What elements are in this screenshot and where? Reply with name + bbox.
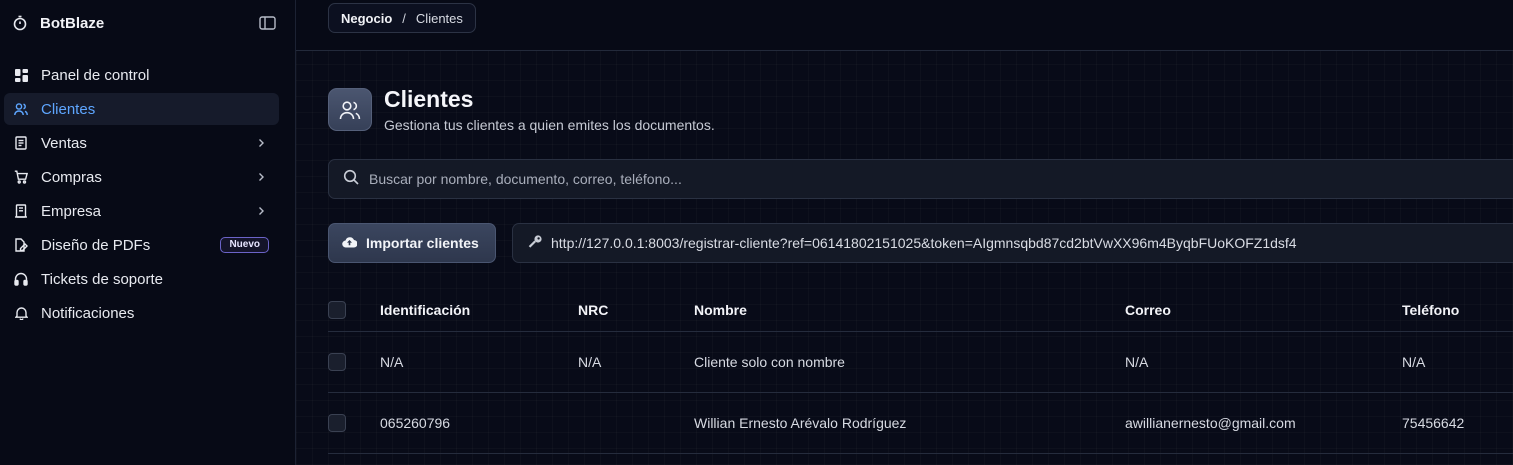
sidebar-item-tickets-de-soporte[interactable]: Tickets de soporte [4, 263, 279, 295]
select-all-checkbox[interactable] [328, 301, 346, 319]
users-icon [328, 88, 372, 131]
sidebar-toggle-icon[interactable] [258, 14, 276, 32]
breadcrumb-separator: / [402, 10, 406, 26]
cell-identificacion: N/A [380, 354, 404, 370]
sidebar-item-label: Ventas [41, 134, 87, 152]
cell-telefono: 75456642 [1402, 415, 1465, 431]
cell-identificacion: 065260796 [380, 415, 451, 431]
clients-table: Identificación NRC Nombre Correo Teléfon… [328, 289, 1513, 454]
main-content: Negocio / Clientes Clientes Gestiona tus… [296, 0, 1513, 465]
sidebar-item-label: Clientes [41, 100, 96, 118]
column-header-identificacion[interactable]: Identificación [380, 289, 470, 331]
search-bar[interactable] [328, 159, 1513, 199]
chevron-right-icon [255, 171, 267, 183]
table-row[interactable]: 065260796 Willian Ernesto Arévalo Rodríg… [328, 393, 1513, 454]
sidebar-item-ventas[interactable]: Ventas [4, 127, 279, 159]
breadcrumb-parent-link[interactable]: Negocio [341, 11, 392, 26]
import-clients-label: Importar clientes [366, 235, 479, 251]
sidebar-item-label: Diseño de PDFs [41, 236, 151, 254]
cell-correo: N/A [1125, 354, 1149, 370]
row-checkbox[interactable] [328, 414, 346, 432]
cloud-upload-icon [342, 235, 358, 251]
search-input[interactable] [369, 171, 1269, 187]
users-icon [14, 102, 28, 116]
sidebar-nav: Panel de control Clientes Ventas Compras… [4, 59, 279, 331]
sidebar-item-label: Panel de control [41, 66, 150, 84]
page-header: Clientes Gestiona tus clientes a quien e… [328, 86, 715, 133]
table-header-row: Identificación NRC Nombre Correo Teléfon… [328, 289, 1513, 332]
headphones-icon [14, 272, 28, 286]
sidebar-item-label: Notificaciones [41, 304, 135, 322]
building-icon [14, 204, 28, 218]
cell-correo: awillianernesto@gmail.com [1125, 415, 1296, 431]
page-subtitle: Gestiona tus clientes a quien emites los… [384, 117, 715, 133]
key-icon [527, 234, 543, 253]
column-header-telefono[interactable]: Teléfono [1402, 289, 1459, 331]
registration-link-field[interactable]: http://127.0.0.1:8003/registrar-cliente?… [512, 223, 1513, 263]
top-bar: Negocio / Clientes [296, 0, 1513, 51]
sidebar: BotBlaze Panel de control Clientes Venta… [0, 0, 296, 465]
select-all-cell [328, 289, 346, 331]
stopwatch-logo-icon [12, 15, 28, 31]
table-row[interactable]: N/A N/A Cliente solo con nombre N/A N/A [328, 332, 1513, 393]
column-header-nrc[interactable]: NRC [578, 289, 608, 331]
sidebar-item-compras[interactable]: Compras [4, 161, 279, 193]
bell-icon [14, 306, 28, 320]
chevron-right-icon [255, 205, 267, 217]
search-icon [343, 169, 359, 190]
registration-link-url[interactable]: http://127.0.0.1:8003/registrar-cliente?… [551, 235, 1297, 251]
sidebar-item-notificaciones[interactable]: Notificaciones [4, 297, 279, 329]
new-badge: Nuevo [220, 237, 269, 253]
row-checkbox[interactable] [328, 353, 346, 371]
sidebar-item-empresa[interactable]: Empresa [4, 195, 279, 227]
chevron-right-icon [255, 137, 267, 149]
breadcrumb-current: Clientes [415, 10, 463, 26]
cell-nombre: Cliente solo con nombre [694, 354, 845, 370]
sidebar-item-panel-de-control[interactable]: Panel de control [4, 59, 279, 91]
app-name: BotBlaze [40, 14, 105, 32]
sidebar-item-label: Tickets de soporte [41, 270, 163, 288]
breadcrumb: Negocio / Clientes [328, 3, 476, 33]
sidebar-item-label: Compras [41, 168, 102, 186]
page-header-text: Clientes Gestiona tus clientes a quien e… [384, 86, 715, 133]
column-header-correo[interactable]: Correo [1125, 289, 1171, 331]
sidebar-item-label: Empresa [41, 202, 102, 220]
row-select-cell [328, 332, 346, 392]
column-header-nombre[interactable]: Nombre [694, 289, 747, 331]
sidebar-item-diseno-de-pdfs[interactable]: Diseño de PDFs Nuevo [4, 229, 279, 261]
cart-icon [14, 170, 28, 184]
row-select-cell [328, 393, 346, 453]
dashboard-icon [14, 68, 28, 82]
brand[interactable]: BotBlaze [12, 10, 284, 36]
cell-nrc: N/A [578, 354, 602, 370]
cell-telefono: N/A [1402, 354, 1426, 370]
app-root: BotBlaze Panel de control Clientes Venta… [0, 0, 1513, 465]
sidebar-item-clientes[interactable]: Clientes [4, 93, 279, 125]
import-clients-button[interactable]: Importar clientes [328, 223, 496, 263]
receipt-icon [14, 136, 28, 150]
page-title: Clientes [384, 86, 474, 112]
file-design-icon [14, 238, 28, 252]
cell-nombre: Willian Ernesto Arévalo Rodríguez [694, 415, 907, 431]
